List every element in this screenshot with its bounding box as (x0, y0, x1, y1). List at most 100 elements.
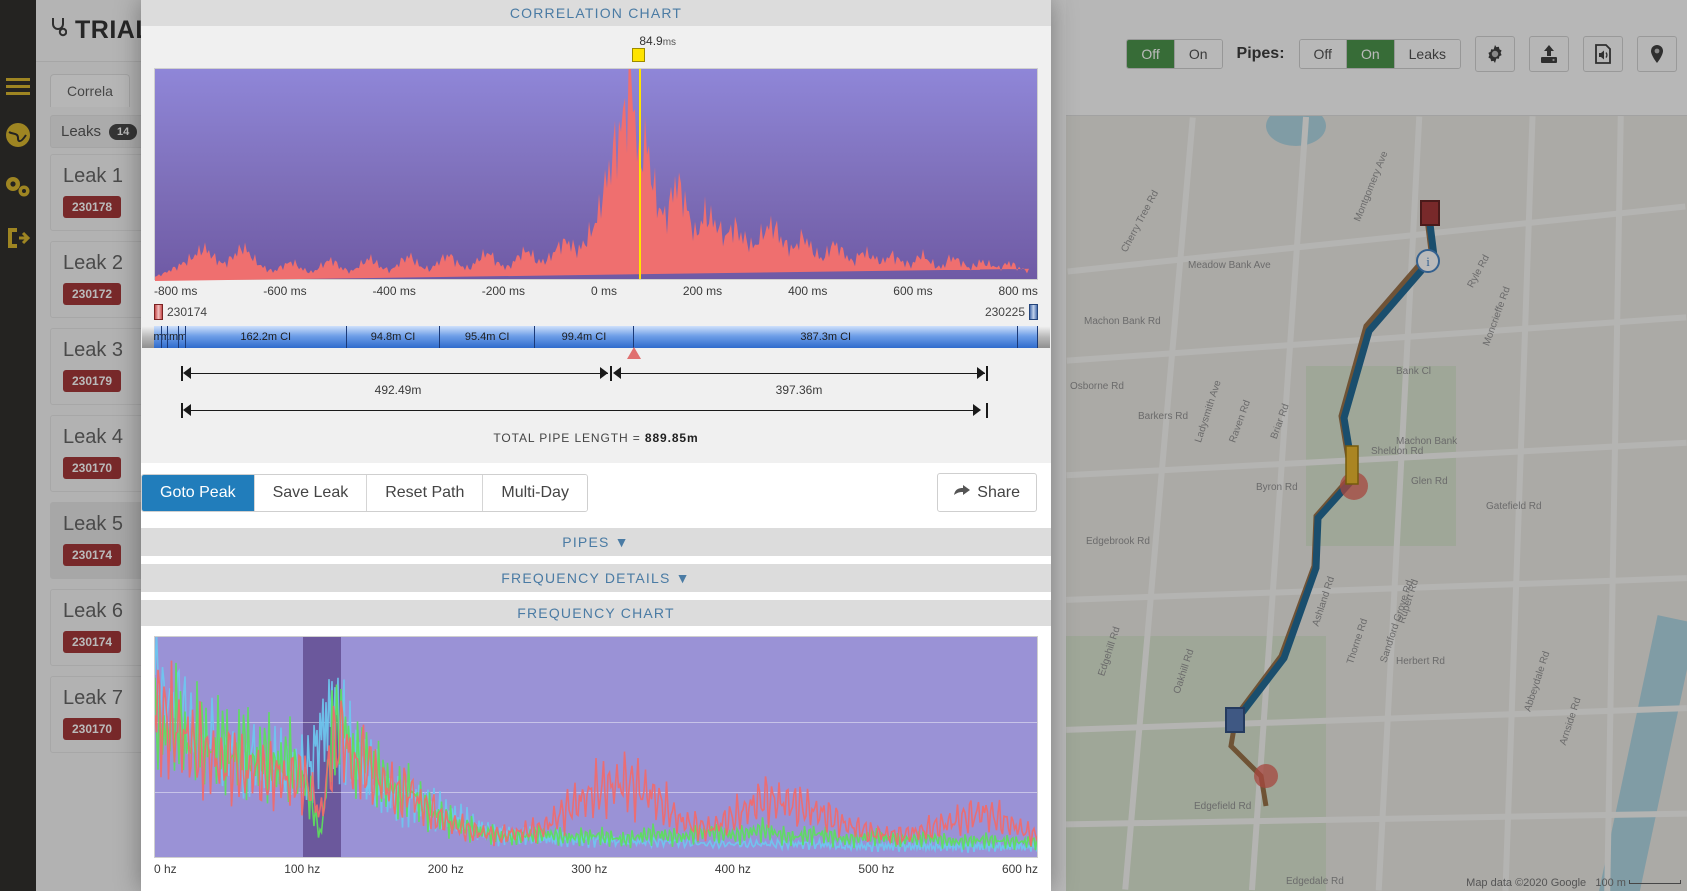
reset-path-button[interactable]: Reset Path (367, 475, 483, 511)
pipe-segment[interactable]: 2.7m CI (154, 326, 162, 348)
save-leak-button[interactable]: Save Leak (255, 475, 368, 511)
pipe-segment[interactable]: 99.4m CI (535, 326, 634, 348)
page-title: TRIAL (75, 16, 151, 45)
gears-icon[interactable] (0, 174, 36, 200)
pipe-segment[interactable]: 95.4m CI (440, 326, 535, 348)
correlation-axis-tick: -600 ms (263, 284, 306, 298)
multi-day-button[interactable]: Multi-Day (483, 475, 587, 511)
peak-cursor-line (639, 69, 641, 279)
leak-id-badge: 230172 (63, 283, 121, 305)
pipes-label: Pipes: (1237, 45, 1285, 63)
stethoscope-icon (50, 16, 67, 45)
correlation-axis-tick: 200 ms (683, 284, 722, 298)
pipe-segment-label: 94.8m CI (371, 331, 416, 343)
endpoint-row: 230174 230225 (154, 304, 1038, 320)
left-toggle-off[interactable]: Off (1127, 40, 1174, 68)
frequency-traces (155, 637, 1038, 858)
pipe-segment[interactable]: 2.2m CI (179, 326, 186, 348)
correlation-x-axis: -800 ms-600 ms-400 ms-200 ms0 ms200 ms40… (154, 284, 1038, 298)
leak-id-badge: 230178 (63, 196, 121, 218)
pipe-segments[interactable]: 2.7m CI1.8m CI4.2m CI2.2m CI162.2m CI94.… (154, 326, 1038, 348)
pipes-section-title: PIPES (562, 534, 609, 550)
frequency-axis-tick: 400 hz (715, 862, 751, 876)
frequency-axis-tick: 300 hz (571, 862, 607, 876)
correlation-axis-tick: -200 ms (482, 284, 525, 298)
distance-measure-row-2 (154, 401, 1038, 419)
left-nav-rail (0, 0, 36, 891)
pipe-segment-label: 2.7m CI (154, 331, 162, 343)
pipe-segment[interactable]: 162.2m CI (186, 326, 347, 348)
map-attribution: Map data ©2020 Google 100 m (1466, 877, 1681, 889)
peak-unit: ms (663, 37, 676, 48)
total-pipe-length-value: 889.85m (645, 431, 699, 445)
total-pipe-length: TOTAL PIPE LENGTH = 889.85m (153, 419, 1039, 455)
pipe-segment-label: 387.3m CI (800, 331, 851, 343)
pipe-network: i (1066, 116, 1687, 891)
endpoint-left: 230174 (154, 304, 207, 320)
gear-icon[interactable] (1475, 36, 1515, 72)
pipe-segment[interactable]: 387.3m CI (634, 326, 1019, 348)
peak-value: 84.9 (639, 34, 662, 48)
correlation-chart-plot[interactable] (154, 68, 1038, 280)
audio-file-icon[interactable] (1583, 36, 1623, 72)
globe-icon[interactable] (0, 122, 36, 148)
pipe-segment-label: 4.2m CI (168, 331, 179, 343)
peak-cursor-flag[interactable] (632, 48, 645, 62)
menu-icon[interactable] (0, 78, 36, 96)
left-toggle-on[interactable]: On (1175, 40, 1222, 68)
map-scale-label: 100 m (1595, 877, 1626, 889)
action-button-group: Goto Peak Save Leak Reset Path Multi-Day (141, 474, 588, 512)
left-toggle-group[interactable]: Off On (1126, 39, 1222, 69)
map-canvas[interactable]: i Cherry Tree Rd Montgomery Ave Meadow B… (1066, 116, 1687, 891)
correlation-axis-tick: 800 ms (999, 284, 1038, 298)
pipes-toggle-on[interactable]: On (1347, 40, 1395, 68)
pipes-toggle-group[interactable]: Off On Leaks (1299, 39, 1461, 69)
peak-readout: 84.9ms (153, 26, 1039, 48)
share-button[interactable]: Share (937, 473, 1037, 512)
endpoint-left-label: 230174 (167, 305, 207, 319)
map-pin-icon[interactable] (1637, 36, 1677, 72)
correlation-axis-tick: 600 ms (893, 284, 932, 298)
action-bar: Goto Peak Save Leak Reset Path Multi-Day… (141, 463, 1051, 524)
pipe-segment[interactable]: 94.8m CI (347, 326, 441, 348)
map-attribution-text: Map data ©2020 Google (1466, 877, 1586, 889)
pipe-segment[interactable] (1018, 326, 1037, 348)
logout-icon[interactable] (0, 226, 36, 250)
endpoint-right-label: 230225 (985, 305, 1025, 319)
correlation-axis-tick: -400 ms (372, 284, 415, 298)
pipe-segment[interactable]: 4.2m CI (168, 326, 179, 348)
frequency-axis-tick: 600 hz (1002, 862, 1038, 876)
frequency-axis-tick: 500 hz (858, 862, 894, 876)
frequency-details-title: FREQUENCY DETAILS (501, 570, 670, 586)
correlation-axis-tick: -800 ms (154, 284, 197, 298)
distance-labels: 492.49m 397.36m (154, 383, 1038, 399)
leak-id-badge: 230174 (63, 631, 121, 653)
distance-measure-row-1 (154, 364, 1038, 382)
frequency-axis-tick: 200 hz (428, 862, 464, 876)
correlation-axis-tick: 400 ms (788, 284, 827, 298)
pipes-toggle-leaks[interactable]: Leaks (1395, 40, 1460, 68)
leak-position-marker[interactable] (627, 347, 641, 359)
goto-peak-button[interactable]: Goto Peak (142, 475, 255, 511)
tab-correlation[interactable]: Correla (50, 74, 130, 107)
pipes-toggle-off[interactable]: Off (1300, 40, 1347, 68)
frequency-axis-tick: 0 hz (154, 862, 177, 876)
distance-left-label: 492.49m (375, 383, 422, 397)
pipe-segment-bar[interactable]: 2.7m CI1.8m CI4.2m CI2.2m CI162.2m CI94.… (154, 326, 1038, 348)
leak-id-badge: 230174 (63, 544, 121, 566)
pipe-segment-label: 95.4m CI (465, 331, 510, 343)
leaks-count-badge: 14 (109, 124, 137, 140)
total-pipe-length-label: TOTAL PIPE LENGTH = (493, 431, 640, 445)
pipe-segment-label: 99.4m CI (562, 331, 607, 343)
chevron-down-icon: ▼ (676, 570, 691, 586)
frequency-details-header[interactable]: FREQUENCY DETAILS ▼ (141, 564, 1051, 592)
correlation-trace (155, 69, 1039, 281)
upload-icon[interactable] (1529, 36, 1569, 72)
pipe-segment-label: 162.2m CI (240, 331, 291, 343)
pipes-section-header[interactable]: PIPES ▼ (141, 528, 1051, 556)
frequency-chart-plot[interactable] (154, 636, 1038, 858)
svg-text:i: i (1426, 254, 1430, 269)
distance-right-label: 397.36m (776, 383, 823, 397)
endpoint-right: 230225 (985, 304, 1038, 320)
pipe-segment-label: 2.2m CI (179, 331, 186, 343)
